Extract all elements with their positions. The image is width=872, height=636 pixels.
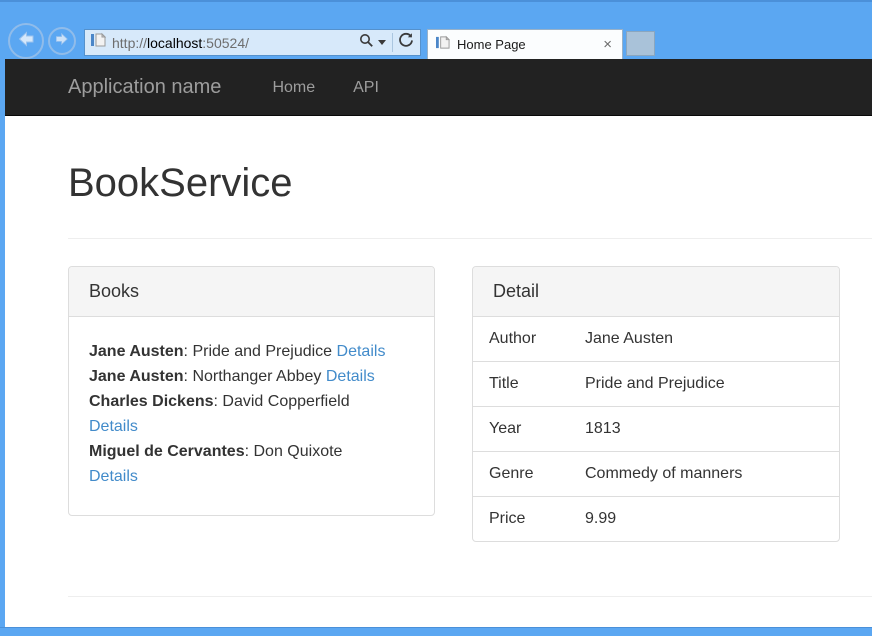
forward-arrow-icon [54, 31, 70, 52]
page-title: BookService [68, 161, 872, 205]
browser-chrome: http://localhost:50524/ [0, 0, 872, 59]
url-text[interactable]: http://localhost:50524/ [112, 35, 359, 51]
detail-table-body: AuthorJane AustenTitlePride and Prejudic… [473, 317, 839, 541]
search-icon[interactable] [359, 33, 374, 53]
book-details-link[interactable]: Details [326, 368, 375, 385]
book-item: Jane Austen: Northanger Abbey Details [89, 364, 414, 389]
address-bar[interactable]: http://localhost:50524/ [84, 29, 421, 56]
detail-row: TitlePride and Prejudice [473, 362, 839, 407]
book-author: Miguel de Cervantes [89, 443, 245, 460]
book-details-link[interactable]: Details [89, 418, 138, 435]
refresh-icon[interactable] [398, 32, 414, 53]
detail-label: Year [473, 407, 585, 452]
detail-value: Pride and Prejudice [585, 362, 839, 407]
search-dropdown-caret-icon[interactable] [378, 40, 386, 45]
new-tab-button[interactable] [626, 31, 655, 56]
url-scheme: http:// [112, 35, 147, 51]
address-bar-divider [392, 33, 393, 52]
detail-panel-heading: Detail [473, 267, 839, 317]
detail-label: Author [473, 317, 585, 362]
nav-link-api[interactable]: API [334, 59, 398, 116]
books-panel-heading: Books [69, 267, 434, 317]
book-title: : David Copperfield [214, 393, 350, 410]
window-bottom-frame [0, 627, 872, 636]
detail-value: Jane Austen [585, 317, 839, 362]
detail-label: Title [473, 362, 585, 407]
detail-panel: Detail AuthorJane AustenTitlePride and P… [472, 266, 840, 542]
book-item: Jane Austen: Pride and Prejudice Details [89, 339, 414, 364]
detail-table: AuthorJane AustenTitlePride and Prejudic… [473, 317, 839, 541]
book-author: Jane Austen [89, 368, 184, 385]
book-item: Miguel de Cervantes: Don Quixote Details [89, 439, 414, 489]
title-divider [68, 238, 872, 239]
url-path: :50524/ [202, 35, 249, 51]
page-icon [91, 32, 106, 53]
browser-window: http://localhost:50524/ [0, 0, 872, 636]
detail-value: Commedy of manners [585, 452, 839, 497]
tab-title: Home Page [457, 37, 601, 52]
book-details-link[interactable]: Details [337, 343, 386, 360]
detail-label: Genre [473, 452, 585, 497]
page-content: BookService Books Jane Austen: Pride and… [68, 161, 872, 597]
book-title: : Don Quixote [245, 443, 343, 460]
detail-row: GenreCommedy of manners [473, 452, 839, 497]
nav-link-home[interactable]: Home [253, 59, 334, 116]
tab-close-icon[interactable]: × [601, 37, 614, 52]
book-details-link[interactable]: Details [89, 468, 138, 485]
address-bar-tools [359, 32, 414, 53]
page-viewport: Application name Home API BookService Bo… [5, 59, 872, 627]
book-author: Charles Dickens [89, 393, 214, 410]
book-item: Charles Dickens: David Copperfield Detail… [89, 389, 414, 439]
browser-tab[interactable]: Home Page × [427, 29, 623, 59]
detail-value: 1813 [585, 407, 839, 452]
books-panel: Books Jane Austen: Pride and Prejudice D… [68, 266, 435, 516]
navbar-brand[interactable]: Application name [68, 76, 221, 99]
book-title: : Pride and Prejudice [184, 343, 337, 360]
back-arrow-icon [16, 29, 36, 54]
footer-divider [68, 596, 872, 597]
detail-label: Price [473, 497, 585, 542]
panels-row: Books Jane Austen: Pride and Prejudice D… [68, 266, 872, 542]
forward-button[interactable] [48, 27, 76, 55]
detail-value: 9.99 [585, 497, 839, 542]
book-title: : Northanger Abbey [184, 368, 326, 385]
detail-row: Price9.99 [473, 497, 839, 542]
detail-row: Year1813 [473, 407, 839, 452]
back-button[interactable] [8, 23, 44, 59]
books-list: Jane Austen: Pride and Prejudice Details… [69, 317, 434, 511]
navbar: Application name Home API [5, 59, 872, 116]
tab-page-icon [436, 35, 450, 55]
url-host: localhost [147, 35, 202, 51]
detail-row: AuthorJane Austen [473, 317, 839, 362]
book-author: Jane Austen [89, 343, 184, 360]
